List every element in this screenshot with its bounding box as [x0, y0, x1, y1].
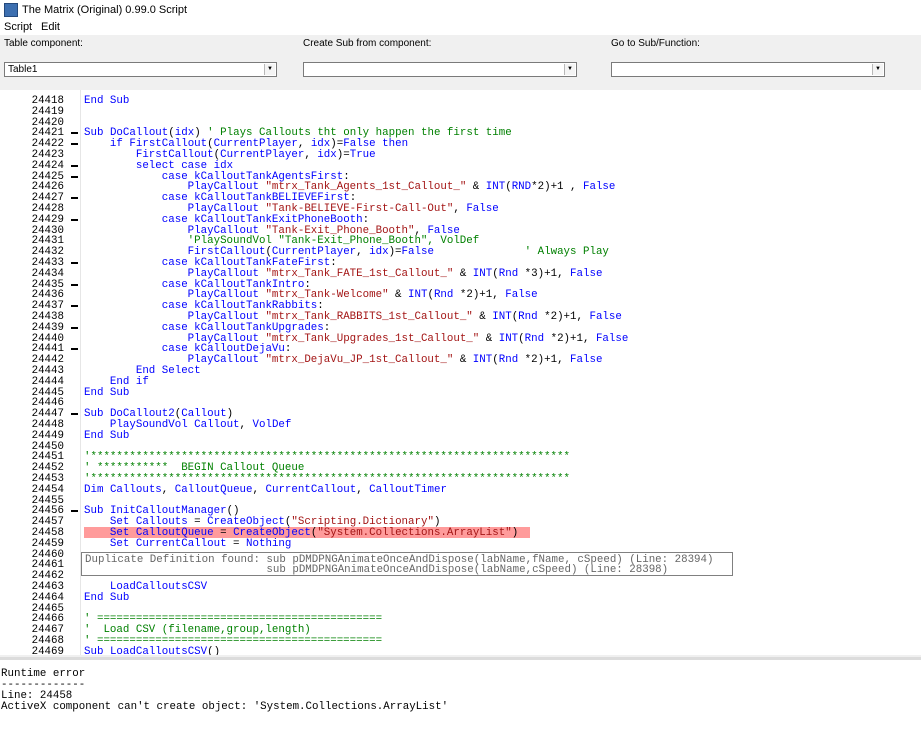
app-icon	[4, 3, 18, 17]
line-number-gutter: 24418 24419 24420 24421 24422 24423 24424 24425…	[0, 90, 79, 655]
create-sub-dropdown[interactable]: ▼	[303, 62, 577, 77]
fold-collapse-icon[interactable]	[71, 175, 78, 178]
fold-collapse-icon[interactable]	[71, 218, 78, 221]
line-number: 24429	[31, 213, 64, 226]
goto-sub-dropdown[interactable]: ▼	[611, 62, 885, 77]
code-line[interactable]: Dim Callouts, CalloutQueue, CurrentCallo…	[84, 484, 447, 496]
table-component-value: Table1	[8, 64, 38, 75]
fold-collapse-icon[interactable]	[71, 326, 78, 329]
fold-collapse-icon[interactable]	[71, 413, 78, 416]
line-number: 24469	[31, 645, 64, 655]
duplicate-definition-tooltip: Duplicate Definition found: sub pDMDPNGA…	[81, 552, 733, 576]
chevron-down-icon[interactable]: ▼	[264, 64, 275, 75]
line-number: 24439	[31, 321, 64, 334]
chevron-down-icon[interactable]: ▼	[872, 64, 883, 75]
code-line[interactable]: End Sub	[84, 430, 129, 442]
chevron-down-icon[interactable]: ▼	[564, 64, 575, 75]
fold-collapse-icon[interactable]	[71, 143, 78, 146]
code-editor[interactable]: 24418 24419 24420 24421 24422 24423 24424 24425…	[0, 90, 921, 655]
line-number: 24434	[31, 267, 64, 280]
title-bar: The Matrix (Original) 0.99.0 Script	[0, 0, 921, 20]
line-number: 24459	[31, 537, 64, 550]
goto-sub-label: Go to Sub/Function:	[611, 38, 700, 49]
line-number: 24419	[31, 105, 64, 118]
code-line[interactable]: End Sub	[84, 592, 129, 604]
fold-collapse-icon[interactable]	[71, 348, 78, 351]
line-number: 24424	[31, 159, 64, 172]
fold-collapse-icon[interactable]	[71, 132, 78, 135]
table-component-label: Table component:	[4, 38, 83, 49]
fold-collapse-icon[interactable]	[71, 305, 78, 308]
menu-script[interactable]: Script	[4, 20, 32, 35]
fold-collapse-icon[interactable]	[71, 283, 78, 286]
code-line[interactable]: End Sub	[84, 387, 129, 399]
tooltip-line: sub pDMDPNGAnimateOnceAndDispose(labName…	[85, 564, 669, 576]
window-title: The Matrix (Original) 0.99.0 Script	[22, 4, 188, 16]
fold-collapse-icon[interactable]	[71, 510, 78, 513]
fold-collapse-icon[interactable]	[71, 164, 78, 167]
line-number: 24464	[31, 591, 64, 604]
line-number: 24454	[31, 483, 64, 496]
line-number: 24449	[31, 429, 64, 442]
menu-edit[interactable]: Edit	[41, 20, 60, 35]
code-line[interactable]: Set CurrentCallout = Nothing	[84, 538, 291, 550]
code-line[interactable]: Sub LoadCalloutsCSV()	[84, 646, 220, 655]
toolbar: Table component: Table1 ▼ Create Sub fro…	[0, 35, 921, 82]
line-number: 24444	[31, 375, 64, 388]
code-line[interactable]: End Sub	[84, 96, 129, 107]
table-component-dropdown[interactable]: Table1 ▼	[4, 62, 277, 77]
fold-collapse-icon[interactable]	[71, 197, 78, 200]
create-sub-label: Create Sub from component:	[303, 38, 432, 49]
menu-bar: Script Edit	[0, 20, 921, 35]
fold-collapse-icon[interactable]	[71, 262, 78, 264]
output-panel[interactable]: Runtime error ------------- Line: 24458 …	[0, 660, 921, 750]
output-line: ActiveX component can't create object: '…	[1, 701, 449, 713]
